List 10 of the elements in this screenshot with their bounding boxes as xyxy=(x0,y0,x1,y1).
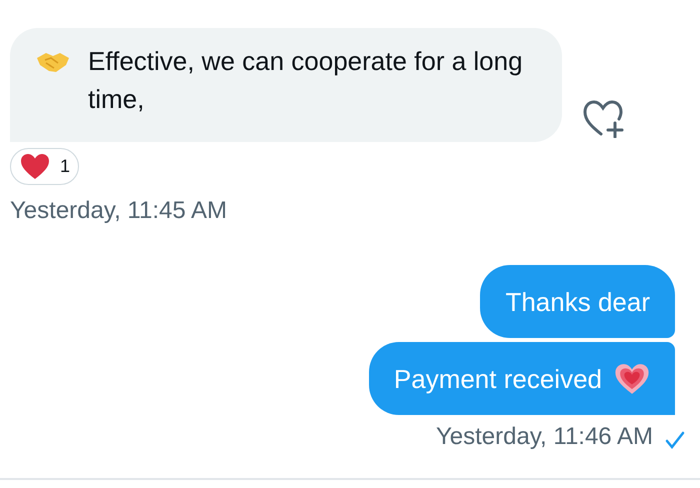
handshake-icon xyxy=(36,51,70,73)
timestamp: Yesterday, 11:45 AM xyxy=(10,196,228,226)
heart-icon xyxy=(20,153,50,180)
timestamp: Yesterday, 11:46 AM xyxy=(436,422,653,452)
heart-icon xyxy=(614,362,650,394)
reaction-count: 1 xyxy=(60,155,70,178)
message-text: Effective, we can cooperate for a long time, xyxy=(88,45,524,116)
message-text: Thanks dear xyxy=(505,286,650,318)
reaction-pill[interactable]: 1 xyxy=(10,148,80,185)
message-text: Payment received xyxy=(394,362,602,394)
